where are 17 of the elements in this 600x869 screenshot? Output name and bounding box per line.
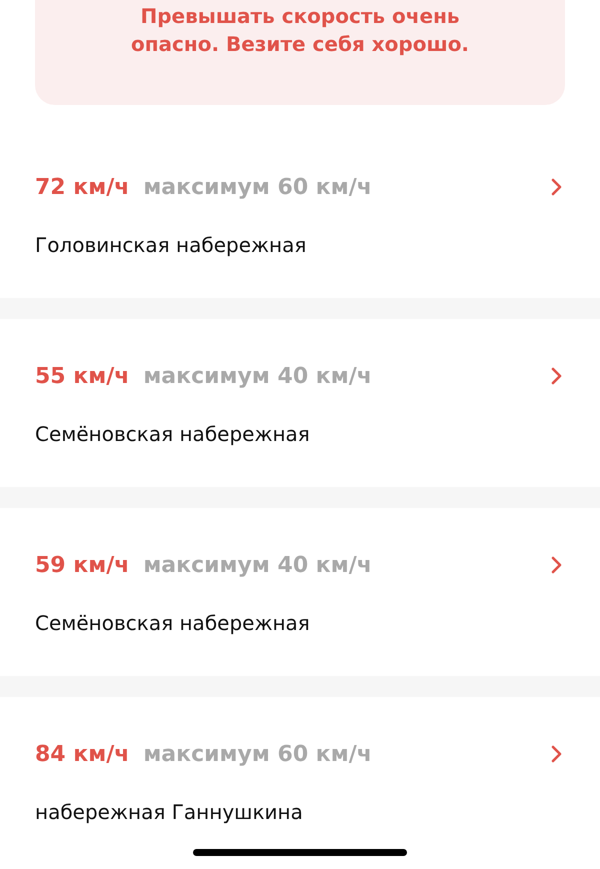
street-name: Семёновская набережная — [35, 610, 311, 637]
speed-limit: максимум 40 км/ч — [143, 552, 372, 578]
speed-limit: максимум 60 км/ч — [143, 742, 372, 766]
speed-value: 55 км/ч — [35, 364, 130, 388]
speed-value: 59 км/ч — [35, 552, 130, 578]
warning-text: Превышать скорость очень опасно. Везите себя хорошо. — [130, 3, 470, 58]
speed-value: 84 км/ч — [35, 742, 130, 766]
street-name: Головинская набережная — [35, 232, 308, 259]
chevron-right-icon — [551, 178, 563, 196]
chevron-right-icon — [551, 745, 563, 763]
street-name: Семёновская набережная — [35, 421, 311, 448]
street-name: набережная Ганнушкина — [35, 799, 304, 826]
speed-limit: максимум 40 км/ч — [143, 364, 372, 388]
speed-limit: максимум 60 км/ч — [143, 174, 372, 200]
chevron-right-icon — [551, 367, 563, 385]
chevron-right-icon — [551, 556, 563, 574]
speed-value: 72 км/ч — [35, 174, 130, 200]
